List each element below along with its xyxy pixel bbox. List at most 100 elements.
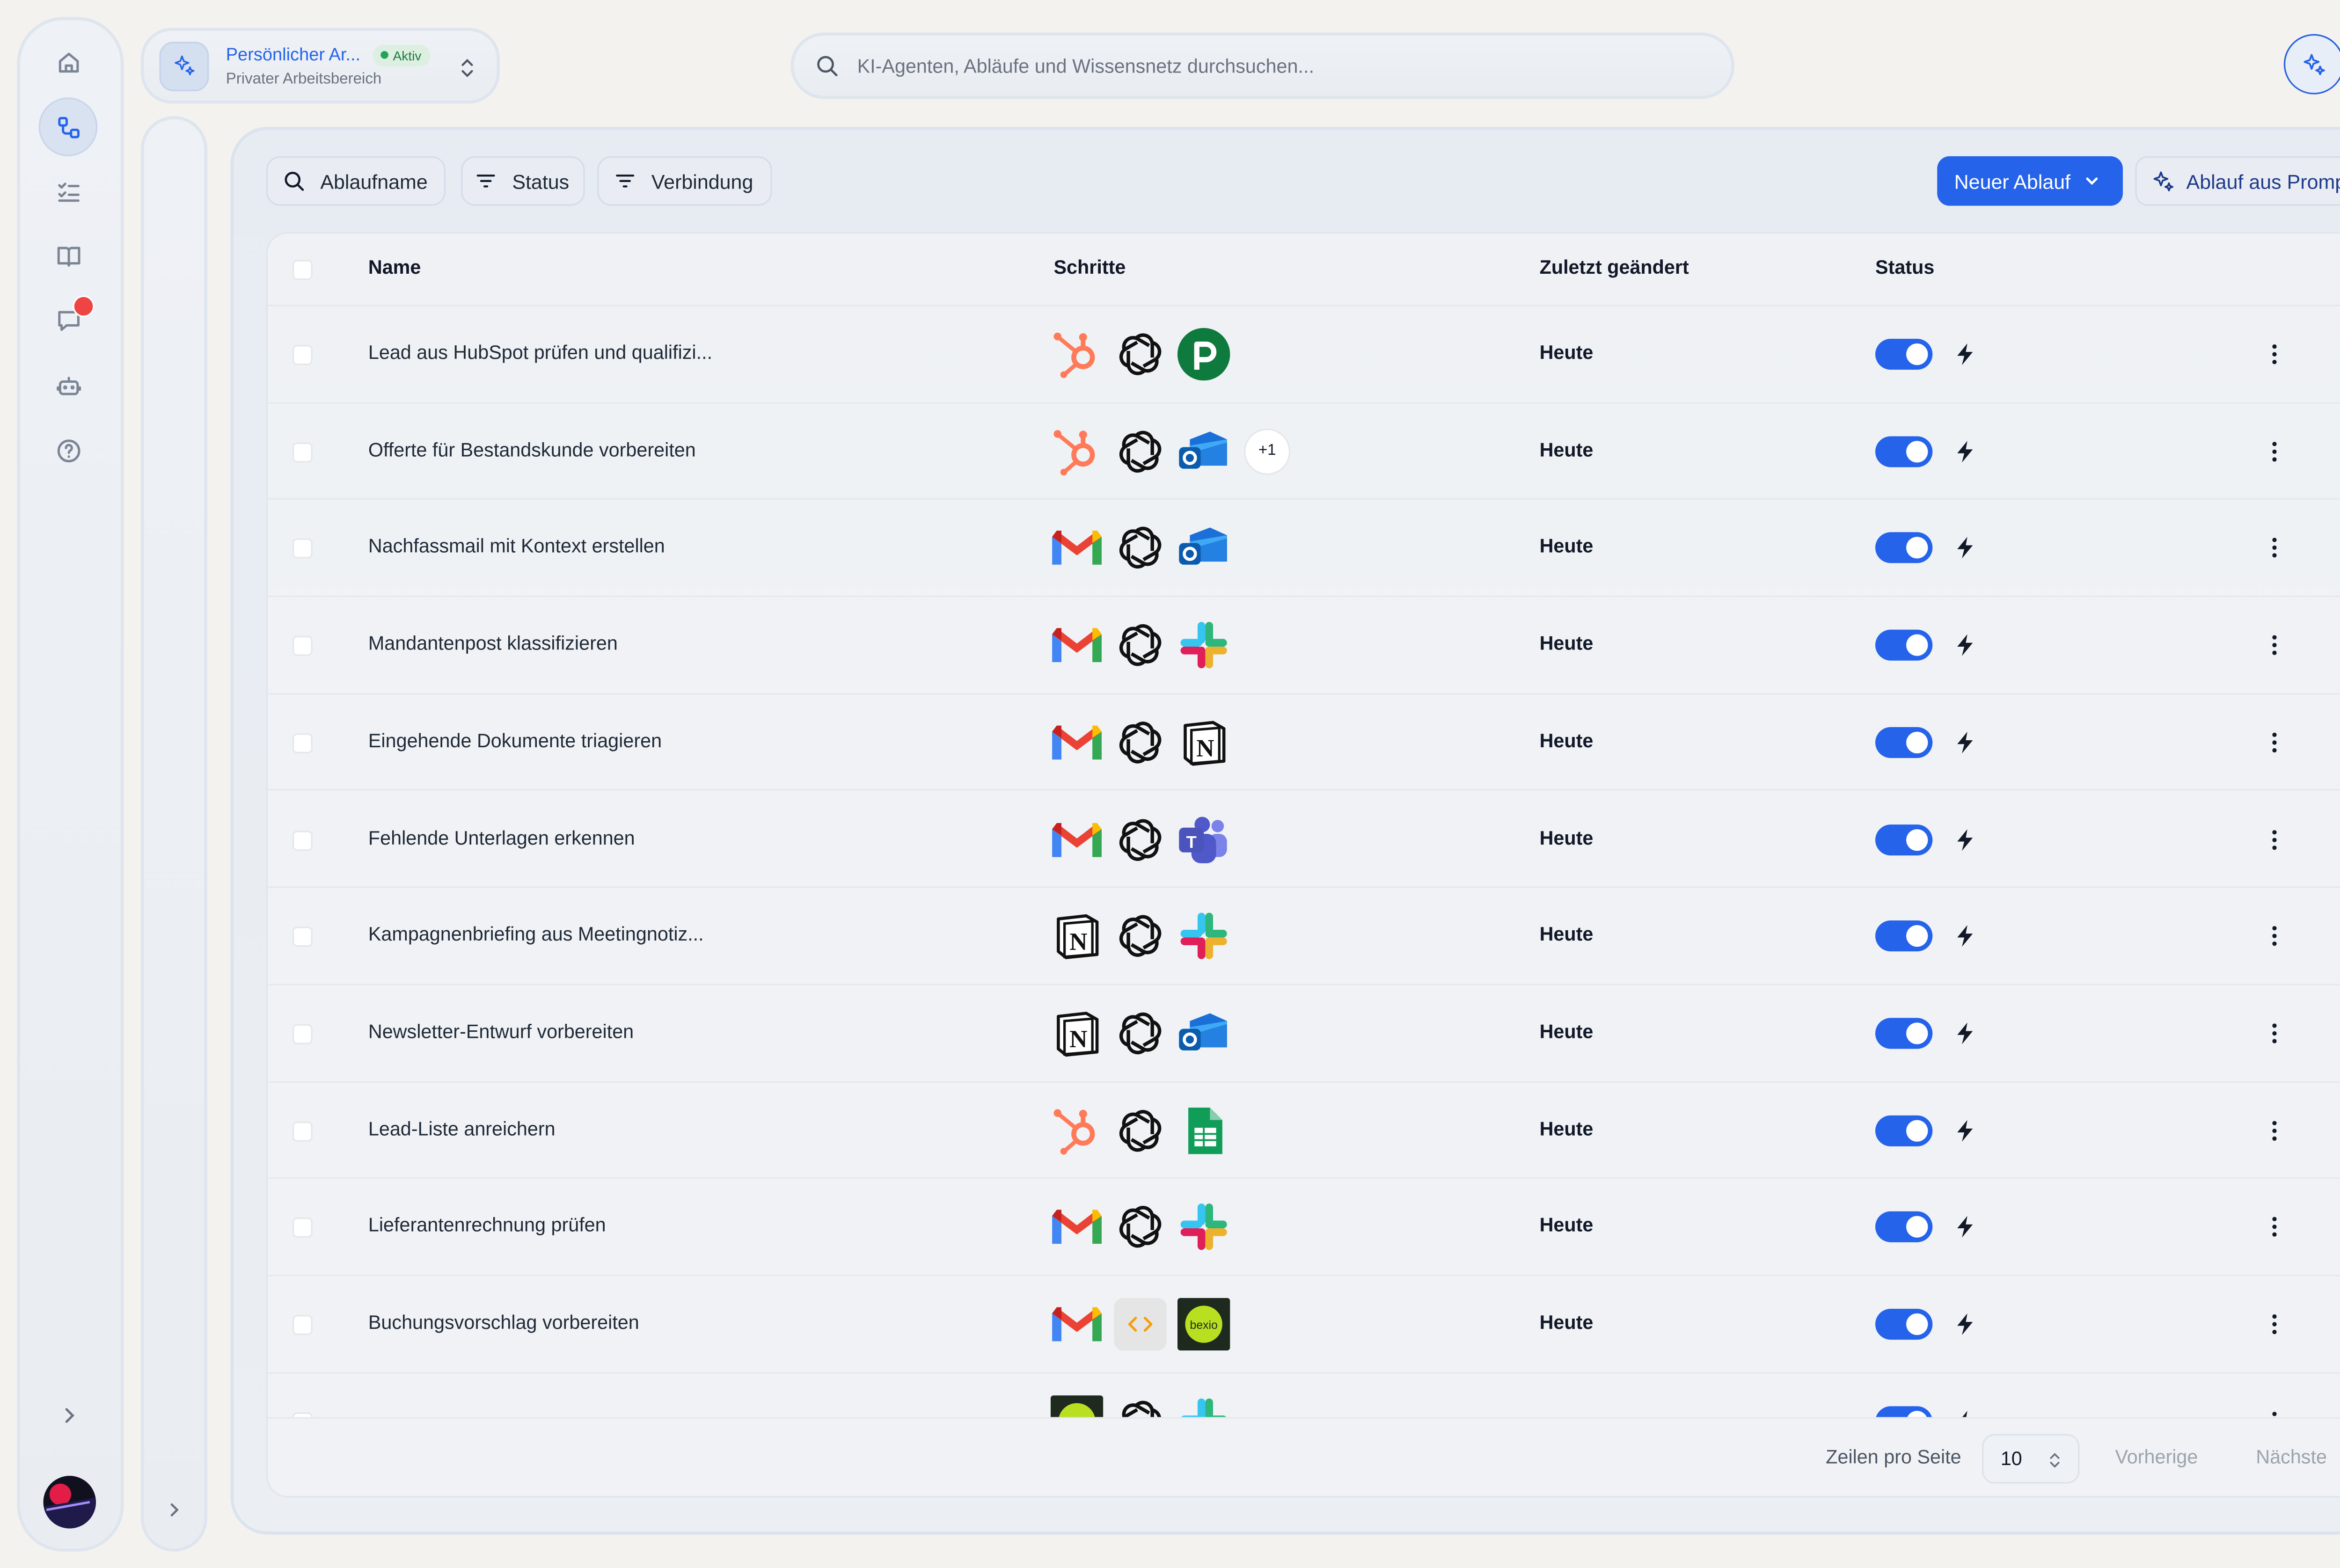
status-toggle[interactable]: [1875, 1211, 1933, 1243]
status-toggle[interactable]: [1875, 1018, 1933, 1049]
row-menu-button[interactable]: [2264, 533, 2285, 564]
sidebar-item-robot[interactable]: [39, 356, 98, 415]
row-checkbox[interactable]: [292, 442, 313, 462]
flow-steps: [1051, 328, 1230, 381]
table-row[interactable]: Mandantenpost klassifizieren Heute: [267, 597, 2340, 694]
table-row[interactable]: Eingehende Dokumente triagieren N Heute: [267, 694, 2340, 792]
table-row[interactable]: Nachfassmail mit Kontext erstellen Heute: [267, 500, 2340, 598]
search-input[interactable]: KI-Agenten, Abläufe und Wissensnetz durc…: [857, 55, 1314, 76]
sidebar-item-book[interactable]: [39, 226, 98, 285]
row-checkbox[interactable]: [292, 926, 313, 947]
row-checkbox[interactable]: [292, 1315, 313, 1335]
lightning-icon: [1962, 1410, 1967, 1417]
openai-icon: [1114, 813, 1166, 865]
table-row[interactable]: Fehlende Unterlagen erkennen T Heute: [267, 791, 2340, 889]
avatar[interactable]: [43, 1476, 96, 1529]
more-vertical-icon: [2272, 1314, 2277, 1335]
sidebar-item-tasks[interactable]: [39, 162, 98, 221]
table-row[interactable]: Newsletter-Entwurf vorbereiten N Heute: [267, 985, 2340, 1082]
gmail-icon: [1051, 522, 1103, 574]
row-checkbox[interactable]: [292, 1218, 313, 1238]
row-menu-button[interactable]: [2264, 1406, 2285, 1417]
table-row[interactable]: bexio: [268, 1373, 2340, 1417]
filter-name-button[interactable]: Ablaufname: [266, 156, 446, 206]
expand-sidebar-button[interactable]: [54, 1400, 85, 1431]
flow-from-prompt-button[interactable]: Ablauf aus Prompt: [2135, 156, 2340, 206]
row-menu-button[interactable]: [2264, 1018, 2285, 1049]
row-checkbox[interactable]: [292, 539, 313, 559]
row-checkbox[interactable]: [292, 1121, 313, 1141]
rows-per-page-label: Zeilen pro Seite: [1826, 1446, 1961, 1468]
modified-date: Heute: [1539, 633, 1594, 655]
flow-name[interactable]: Eingehende Dokumente triagieren: [368, 730, 662, 751]
openai-icon: [1114, 1395, 1166, 1417]
row-checkbox[interactable]: [292, 830, 313, 850]
flow-name[interactable]: Lead-Liste anreichern: [368, 1118, 556, 1139]
table-row[interactable]: Kampagnenbriefing aus Meetingnotiz... N He…: [267, 888, 2340, 985]
status-toggle[interactable]: [1875, 824, 1933, 855]
row-menu-button[interactable]: [2264, 1212, 2285, 1243]
sidebar-item-home[interactable]: [39, 32, 98, 91]
new-flow-button[interactable]: Neuer Ablauf: [1937, 156, 2123, 206]
modified-date: Heute: [1539, 827, 1594, 849]
table-row[interactable]: Lead-Liste anreichern Heute: [267, 1082, 2340, 1180]
row-checkbox[interactable]: [292, 733, 313, 753]
row-menu-button[interactable]: [2264, 339, 2285, 370]
status-toggle[interactable]: [1875, 629, 1933, 661]
modified-date: Heute: [1539, 729, 1594, 752]
flow-name[interactable]: Kampagnenbriefing aus Meetingnotiz...: [368, 924, 704, 945]
status-toggle[interactable]: [1875, 339, 1933, 370]
status-toggle[interactable]: [1875, 727, 1933, 758]
row-menu-button[interactable]: [2264, 921, 2285, 952]
filter-connection-button[interactable]: Verbindung: [597, 156, 772, 206]
table-row[interactable]: Lead aus HubSpot prüfen und qualifizi...…: [267, 306, 2340, 403]
flow-name[interactable]: Nachfassmail mit Kontext erstellen: [368, 536, 665, 557]
sidebar-item-workflow[interactable]: [38, 97, 98, 156]
column-header-status[interactable]: Status: [1875, 257, 1934, 278]
row-checkbox[interactable]: [292, 345, 313, 365]
lightning-icon: [1957, 925, 1973, 947]
flow-name[interactable]: Newsletter-Entwurf vorbereiten: [368, 1021, 634, 1043]
table-row[interactable]: Buchungsvorschlag vorbereiten bexio Heute: [267, 1276, 2340, 1373]
status-toggle[interactable]: [1875, 1406, 1933, 1417]
column-header-modified[interactable]: Zuletzt geändert: [1540, 257, 1689, 278]
row-menu-button[interactable]: [2264, 1115, 2285, 1145]
flow-steps: [1051, 522, 1230, 574]
rows-per-page-select[interactable]: 10: [1982, 1434, 2080, 1484]
next-page-button[interactable]: Nächste: [2256, 1446, 2327, 1468]
filter-status-button[interactable]: Status: [461, 156, 585, 206]
row-checkbox[interactable]: [292, 636, 313, 656]
select-all-checkbox[interactable]: [292, 260, 313, 280]
expand-panel-button[interactable]: [161, 1496, 189, 1524]
search-bar[interactable]: KI-Agenten, Abläufe und Wissensnetz durc…: [790, 32, 1735, 99]
column-header-name[interactable]: Name: [368, 257, 421, 278]
row-menu-button[interactable]: [2264, 1309, 2285, 1340]
row-checkbox[interactable]: [292, 1412, 313, 1417]
status-toggle[interactable]: [1875, 532, 1933, 564]
home-icon: [58, 52, 78, 72]
status-toggle[interactable]: [1875, 1115, 1933, 1146]
flow-name[interactable]: Fehlende Unterlagen erkennen: [368, 827, 635, 848]
flow-name[interactable]: Offerte für Bestandskunde vorbereiten: [368, 439, 696, 460]
status-toggle[interactable]: [1875, 1308, 1933, 1340]
sidebar-item-help[interactable]: [39, 421, 98, 480]
status-toggle[interactable]: [1875, 920, 1933, 952]
row-menu-button[interactable]: [2264, 630, 2285, 661]
row-menu-button[interactable]: [2264, 436, 2285, 467]
row-checkbox[interactable]: [292, 1024, 313, 1044]
lightning-icon: [1957, 1022, 1973, 1044]
flow-name[interactable]: Lead aus HubSpot prüfen und qualifizi...: [368, 342, 712, 364]
lightning-icon: [1957, 343, 1973, 365]
table-row[interactable]: Offerte für Bestandskunde vorbereiten +1 H…: [267, 403, 2340, 501]
flow-name[interactable]: Buchungsvorschlag vorbereiten: [368, 1312, 639, 1334]
status-toggle[interactable]: [1875, 436, 1933, 467]
flow-name[interactable]: Lieferantenrechnung prüfen: [368, 1215, 606, 1236]
row-menu-button[interactable]: [2264, 727, 2285, 758]
previous-page-button[interactable]: Vorherige: [2115, 1446, 2198, 1468]
table-row[interactable]: Lieferantenrechnung prüfen Heute: [267, 1179, 2340, 1276]
ai-assistant-button[interactable]: [2283, 34, 2340, 95]
flow-steps: bexio: [1050, 1395, 1230, 1417]
flow-name[interactable]: Mandantenpost klassifizieren: [368, 633, 618, 655]
row-menu-button[interactable]: [2264, 824, 2285, 855]
workspace-switcher[interactable]: Persönlicher Ar... Aktiv Privater Arbeit…: [140, 28, 500, 104]
